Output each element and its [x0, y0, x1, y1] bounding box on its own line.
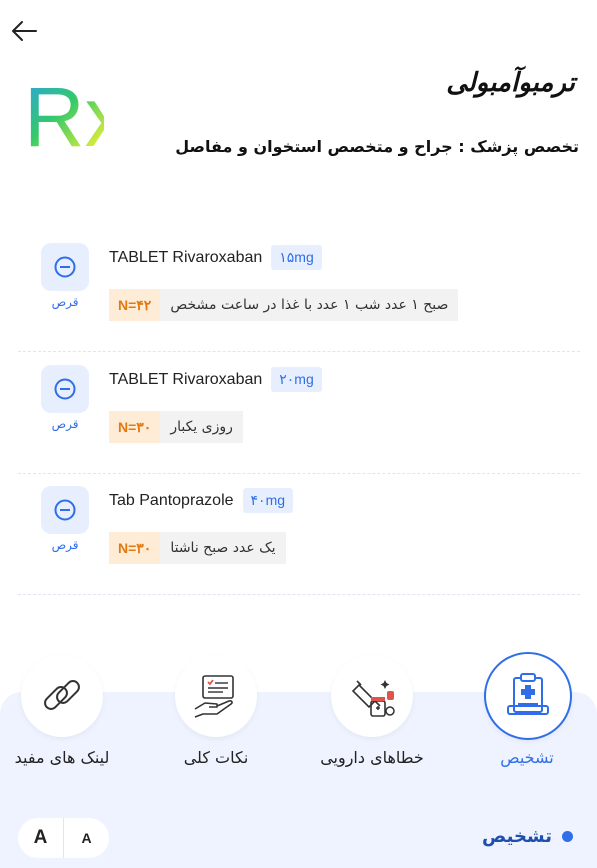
remove-button[interactable] [41, 243, 89, 291]
instruction-text: صبح ۱ عدد شب ۱ عدد با غذا در ساعت مشخص [160, 289, 459, 321]
quantity-badge: N=۴۲ [109, 289, 161, 321]
doctor-specialty: تخصص پزشک : جراح و متخصص استخوان و مفاصل [175, 137, 579, 156]
dosage-form: قرص [51, 417, 79, 431]
dose-badge: ۱۵mg [271, 245, 322, 270]
dosage-form: قرص [51, 295, 79, 309]
prescription-item: قرص TABLET Rivaroxaban ۲۰mg N=۳۰ روزی یکب… [18, 353, 580, 474]
instruction-text: روزی یکبار [160, 411, 243, 443]
minus-circle-icon [54, 499, 76, 521]
nav-general-notes-label: نکات کلی [183, 748, 249, 767]
doctor-name: ترمبوآمبولی [446, 68, 575, 98]
medicine-bottles-icon [351, 680, 395, 717]
drug-name: TABLET Rivaroxaban [109, 249, 263, 266]
prescription-item: قرص TABLET Rivaroxaban ۱۵mg N=۴۲ صبح ۱ عد… [18, 231, 580, 352]
dose-badge: ۲۰mg [271, 367, 322, 392]
drug-name: TABLET Rivaroxaban [109, 371, 263, 388]
nav-useful-links-label: لینک های مفید [14, 748, 110, 767]
font-size-small-button[interactable]: A [64, 818, 109, 858]
arrow-left-icon [12, 21, 37, 41]
minus-circle-icon [54, 256, 76, 278]
instruction-text: یک عدد صبح ناشتا [160, 532, 286, 564]
minus-circle-icon [54, 378, 76, 400]
font-size-toggle: A A [18, 818, 109, 858]
logo-text: Rx [24, 70, 104, 158]
instruction-row: N=۳۰ یک عدد صبح ناشتا [109, 532, 286, 564]
dose-badge: ۴۰mg [242, 488, 294, 513]
bullet-dot [562, 831, 573, 842]
instruction-row: N=۳۰ روزی یکبار [109, 411, 243, 443]
quantity-badge: N=۳۰ [109, 411, 161, 443]
clipboard-medical-icon [507, 673, 549, 715]
back-button[interactable] [10, 18, 40, 44]
font-size-large-button[interactable]: A [18, 818, 64, 858]
nav-general-notes-button[interactable] [175, 655, 257, 737]
dosage-form: قرص [51, 538, 79, 552]
chain-link-icon [44, 680, 80, 710]
remove-button[interactable] [41, 486, 89, 534]
prescription-item: قرص Tab Pantoprazole ۴۰mg N=۳۰ یک عدد صبح… [18, 474, 580, 595]
drug-name-row: TABLET Rivaroxaban ۲۰mg [109, 367, 322, 392]
section-title: تشخیص [482, 826, 573, 847]
nav-medication-errors-label: خطاهای دارویی [320, 748, 424, 767]
nav-medication-errors-button[interactable] [331, 655, 413, 737]
drug-name-row: TABLET Rivaroxaban ۱۵mg [109, 245, 322, 270]
drug-name: Tab Pantoprazole [109, 492, 234, 509]
instruction-row: N=۴۲ صبح ۱ عدد شب ۱ عدد با غذا در ساعت م… [109, 289, 459, 321]
nav-diagnosis-button[interactable] [484, 652, 572, 740]
nav-useful-links-button[interactable] [21, 655, 103, 737]
nav-diagnosis-label: تشخیص [500, 748, 554, 767]
drug-name-row: Tab Pantoprazole ۴۰mg [109, 488, 294, 513]
quantity-badge: N=۳۰ [109, 532, 161, 564]
remove-button[interactable] [41, 365, 89, 413]
section-title-text: تشخیص [482, 826, 552, 847]
rx-logo: Rx [24, 70, 104, 158]
hand-card-icon [194, 675, 234, 718]
